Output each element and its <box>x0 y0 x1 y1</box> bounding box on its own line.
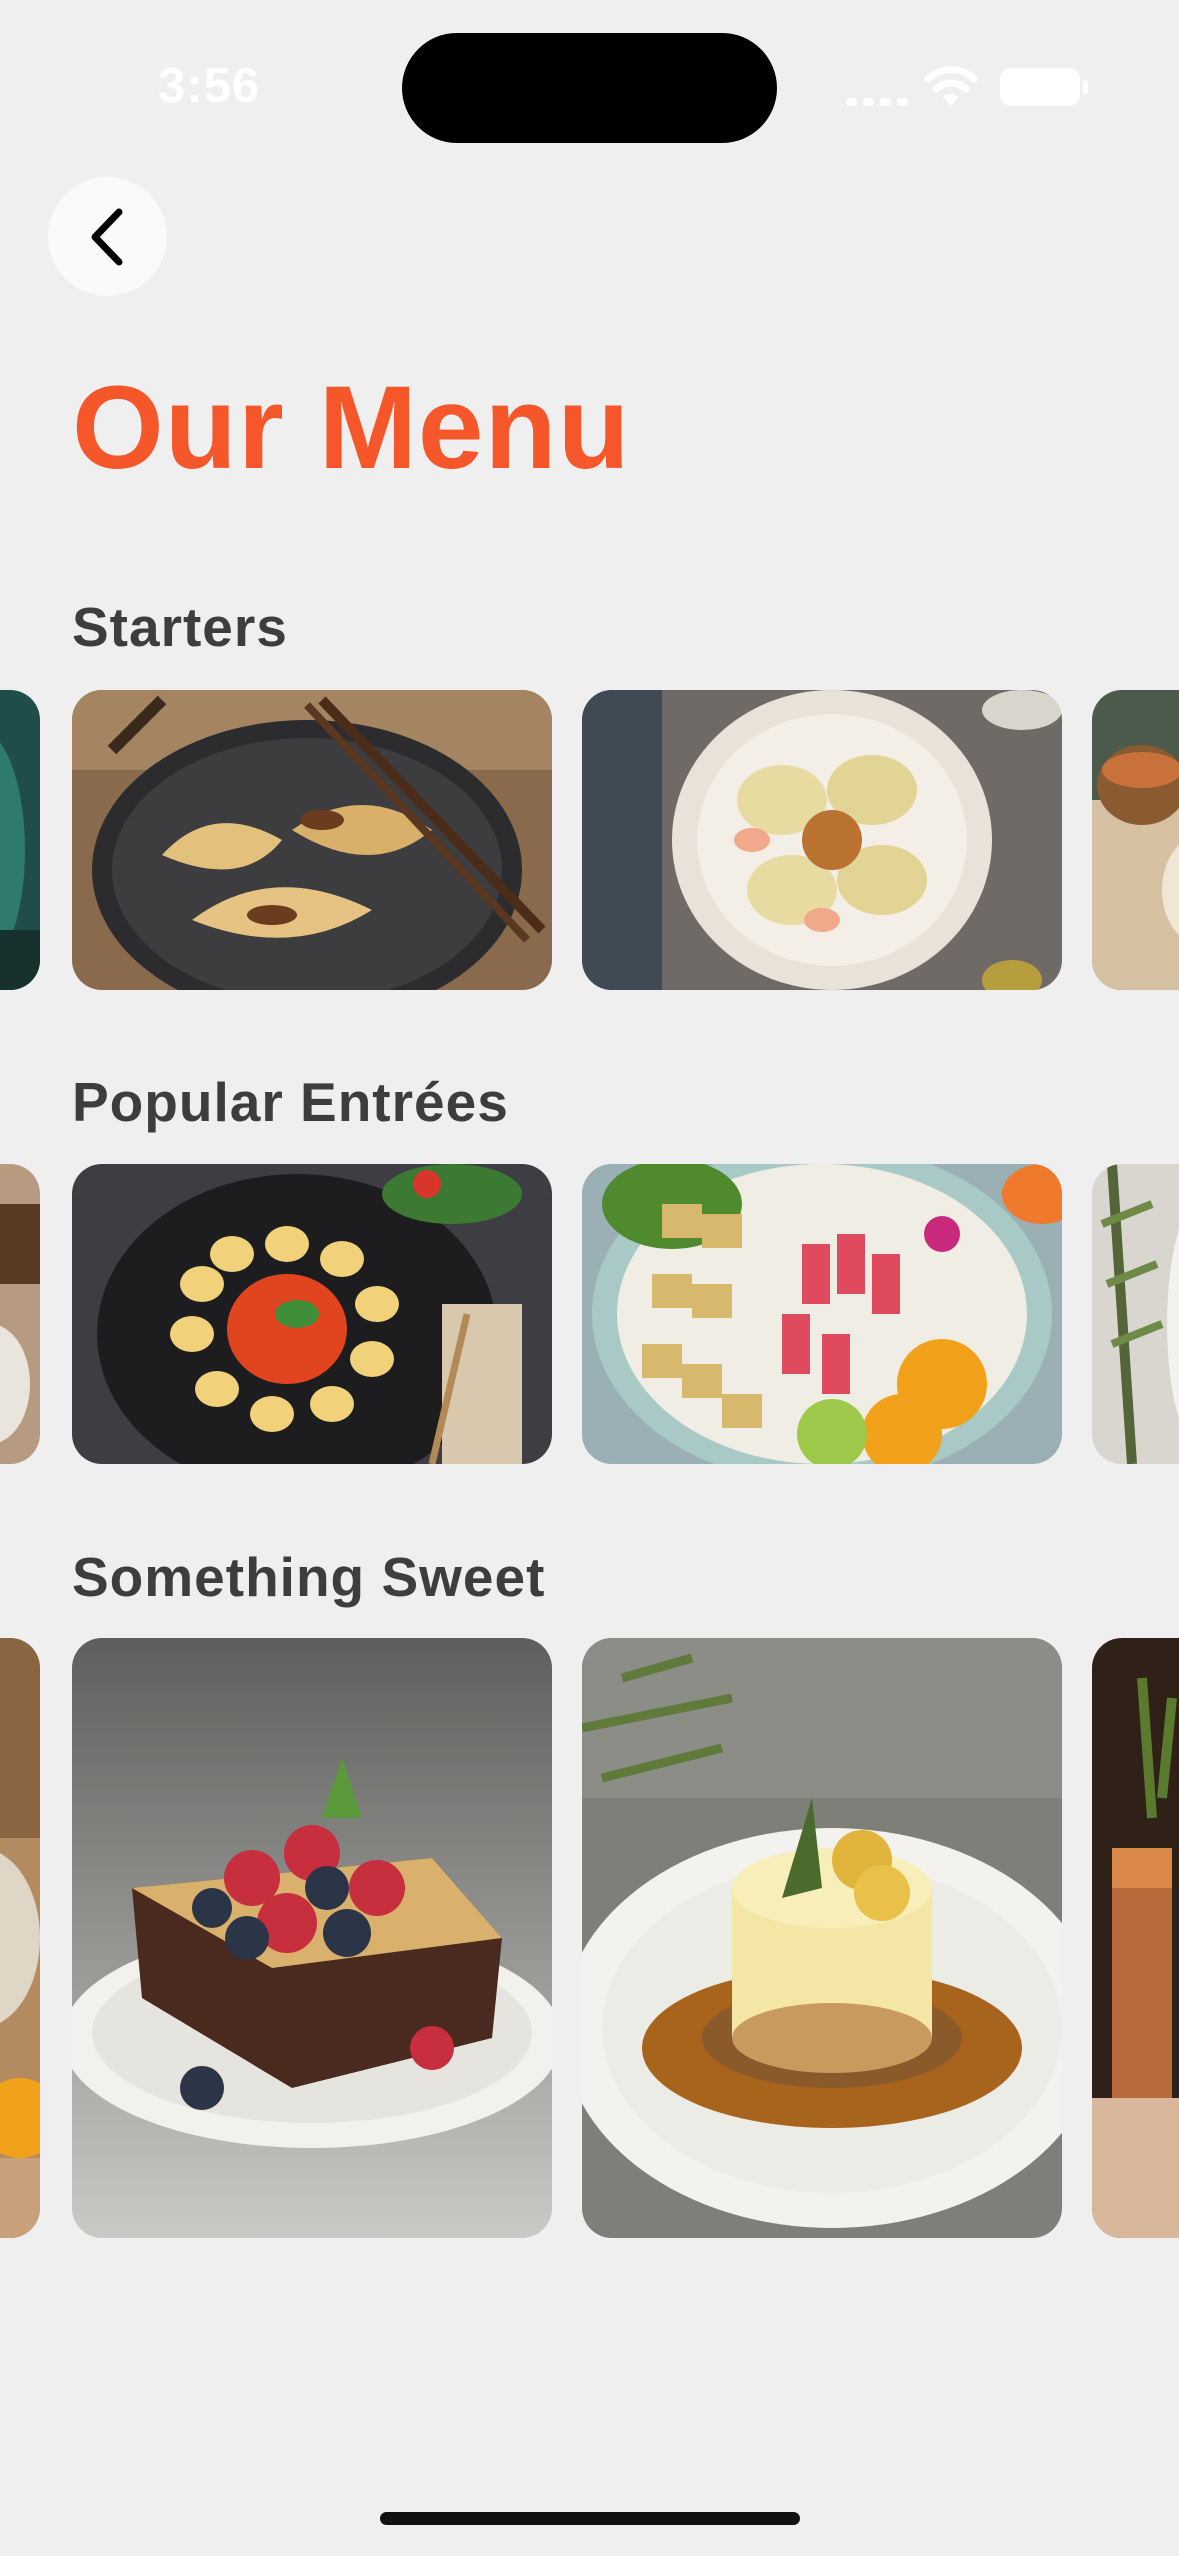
home-indicator <box>380 2512 800 2525</box>
dessert-card-brownie[interactable] <box>72 1638 552 2238</box>
drink-photo-partial <box>1092 1638 1179 2238</box>
ravioli-shrimp-photo <box>582 690 1062 990</box>
food-photo-partial <box>1092 1164 1179 1464</box>
entree-card-poke-bowl[interactable] <box>582 1164 1062 1464</box>
status-time: 3:56 <box>158 59 261 113</box>
wifi-icon <box>924 66 978 106</box>
page-title: Our Menu <box>72 362 631 494</box>
starter-card-partial-right[interactable] <box>1092 690 1179 990</box>
starter-card-ravioli[interactable] <box>582 690 1062 990</box>
food-photo-partial <box>0 1164 40 1464</box>
back-button[interactable] <box>48 177 167 296</box>
battery-icon <box>1000 68 1088 106</box>
dessert-card-partial-right[interactable] <box>1092 1638 1179 2238</box>
food-photo-partial <box>0 690 40 990</box>
dessert-photo-partial <box>0 1638 40 2238</box>
section-title-starters: Starters <box>72 596 288 658</box>
entree-card-gnocchi[interactable] <box>72 1164 552 1464</box>
chevron-left-icon <box>91 208 122 265</box>
entree-card-partial-right[interactable] <box>1092 1164 1179 1464</box>
entree-card-partial-left[interactable] <box>0 1164 40 1464</box>
section-title-popular-entrees: Popular Entrées <box>72 1071 509 1133</box>
poke-bowl-photo <box>582 1164 1062 1464</box>
gnocchi-photo <box>72 1164 552 1464</box>
food-photo-partial <box>1092 690 1179 990</box>
dessert-card-partial-left[interactable] <box>0 1638 40 2238</box>
brownie-berries-photo <box>72 1638 552 2238</box>
starter-card-dumplings[interactable] <box>72 690 552 990</box>
section-title-something-sweet: Something Sweet <box>72 1546 546 1608</box>
dessert-card-cheesecake[interactable] <box>582 1638 1062 2238</box>
starter-card-partial-left[interactable] <box>0 690 40 990</box>
dumplings-photo <box>72 690 552 990</box>
dynamic-island <box>402 33 777 143</box>
cellular-signal-icon <box>846 98 910 106</box>
cheesecake-photo <box>582 1638 1062 2238</box>
